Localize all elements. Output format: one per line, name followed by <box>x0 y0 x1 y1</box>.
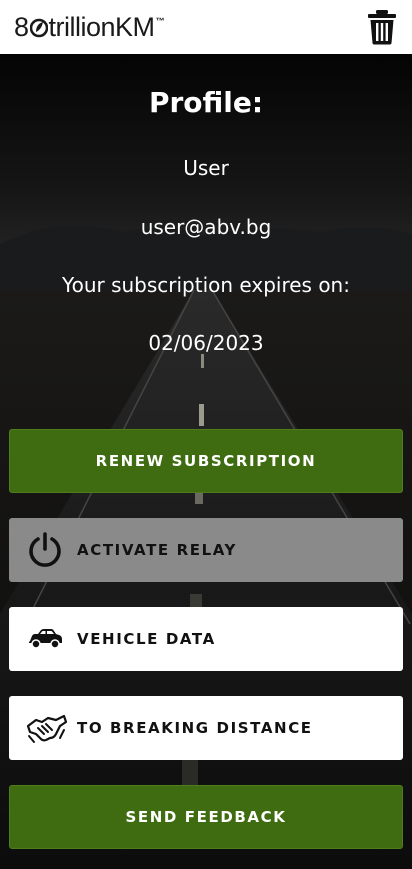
subscription-label: Your subscription expires on: <box>62 273 350 297</box>
send-feedback-button[interactable]: SEND FEEDBACK <box>9 785 403 849</box>
renew-subscription-label: RENEW SUBSCRIPTION <box>95 452 317 470</box>
logo-trademark: ™ <box>155 15 165 26</box>
vehicle-data-label: VEHICLE DATA <box>77 630 216 648</box>
car-icon <box>25 619 65 659</box>
breaking-distance-button[interactable]: TO BREAKING DISTANCE <box>9 696 403 760</box>
app-logo: 8 trillionKM ™ <box>14 11 165 42</box>
vehicle-data-button[interactable]: VEHICLE DATA <box>9 607 403 671</box>
subscription-date: 02/06/2023 <box>148 331 264 355</box>
profile-email: user@abv.bg <box>140 215 272 239</box>
profile-title: Profile: <box>148 86 264 119</box>
send-feedback-label: SEND FEEDBACK <box>125 808 287 826</box>
profile-username: User <box>183 156 229 180</box>
leaf-logo-icon <box>29 18 48 37</box>
power-icon <box>25 530 65 570</box>
breaking-distance-label: TO BREAKING DISTANCE <box>77 719 313 737</box>
top-bar: 8 trillionKM ™ <box>0 0 412 54</box>
activate-relay-button[interactable]: ACTIVATE RELAY <box>9 518 403 582</box>
handshake-icon <box>25 708 69 748</box>
activate-relay-label: ACTIVATE RELAY <box>77 541 237 559</box>
logo-prefix: 8 <box>14 11 29 42</box>
logo-text: trillionKM <box>48 11 156 42</box>
trash-icon[interactable] <box>366 9 398 45</box>
renew-subscription-button[interactable]: RENEW SUBSCRIPTION <box>9 429 403 493</box>
